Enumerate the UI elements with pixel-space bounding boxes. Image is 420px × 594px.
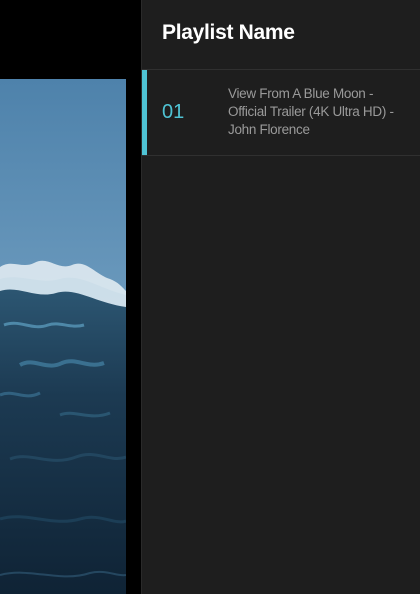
playlist-title: Playlist Name — [162, 20, 295, 44]
page: Playlist Name 01 View From A Blue Moon -… — [0, 0, 420, 594]
ocean-wave-image — [0, 79, 126, 594]
playlist-items: 01 View From A Blue Moon - Official Trai… — [142, 70, 420, 156]
playlist-panel: Playlist Name 01 View From A Blue Moon -… — [141, 0, 420, 594]
playlist-item-title: View From A Blue Moon - Official Trailer… — [228, 85, 394, 137]
playlist-item-index: 01 — [162, 101, 185, 123]
video-player[interactable] — [0, 0, 141, 594]
playlist-item[interactable]: 01 View From A Blue Moon - Official Trai… — [142, 70, 420, 156]
playlist-header: Playlist Name — [142, 0, 420, 70]
video-frame[interactable] — [0, 79, 126, 594]
